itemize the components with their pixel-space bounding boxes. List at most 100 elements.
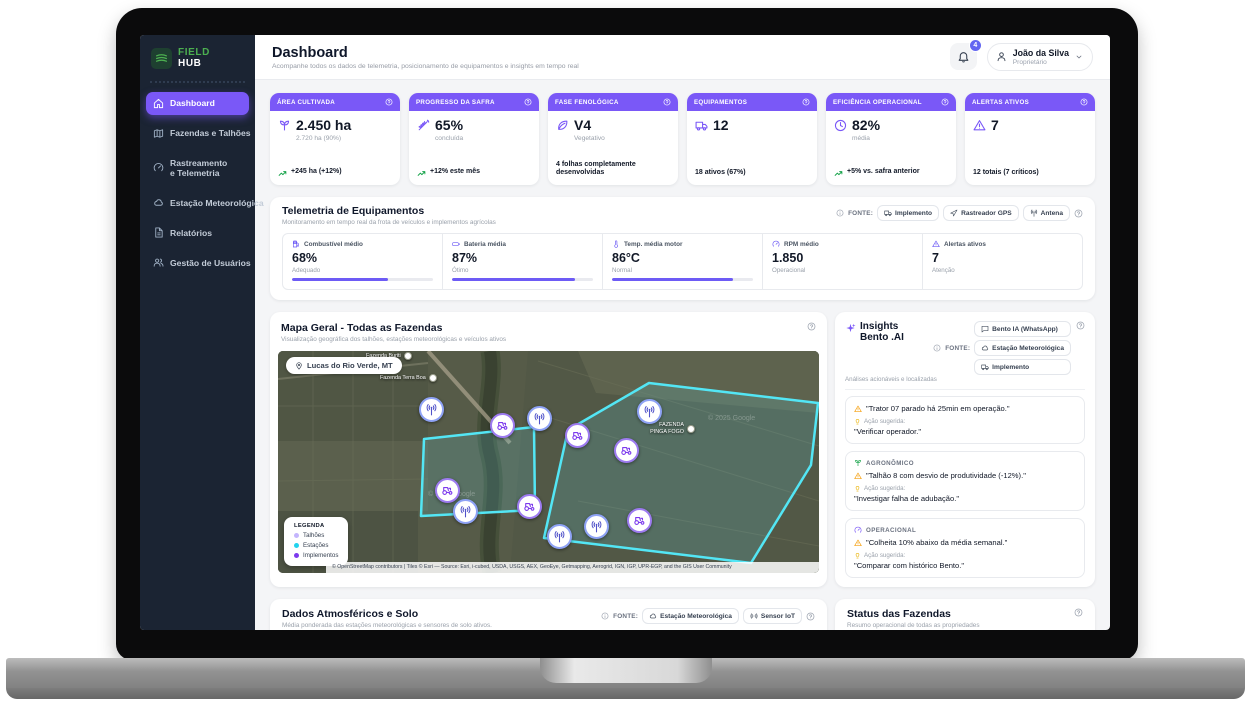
implement-marker[interactable]: [565, 423, 590, 448]
sidebar-item-label: Fazendas e Talhões: [170, 128, 251, 138]
station-marker[interactable]: [453, 499, 478, 524]
sidebar-item-fazendas[interactable]: Fazendas e Talhões: [146, 122, 249, 145]
atmos-subtitle: Média ponderada das estações meteorológi…: [282, 622, 492, 629]
laptop-screen-frame: FIELD HUB Dashboard Fazendas e Talhões R…: [116, 8, 1138, 660]
sparkle-icon: [845, 323, 856, 334]
dashboard-content: ÁREA CULTIVADA 2.450 ha 2.720 ha (90%) +…: [255, 80, 1110, 630]
alert-triangle-icon: [854, 405, 862, 413]
kpi-card-area-cultivada: ÁREA CULTIVADA 2.450 ha 2.720 ha (90%) +…: [270, 93, 400, 185]
insight-card: OPERACIONAL "Colheita 10% abaixo da médi…: [845, 518, 1085, 578]
metric-alertas: Alertas ativos 7 Atenção: [923, 234, 1082, 289]
sidebar-nav: Dashboard Fazendas e Talhões Rastreament…: [140, 92, 255, 282]
sidebar-item-label: Estação Meteorológica: [170, 198, 264, 208]
tractor-icon: [633, 514, 646, 527]
help-icon[interactable]: [807, 322, 816, 331]
map-canvas[interactable]: © 2025 Google © 2025 Google Fazenda Buri…: [278, 351, 819, 573]
station-marker[interactable]: [547, 524, 572, 549]
help-icon[interactable]: [941, 98, 949, 106]
metric-value: 7: [932, 251, 1073, 265]
insight-action: "Verificar operador.": [854, 427, 1076, 436]
help-icon[interactable]: [663, 98, 671, 106]
antenna-icon: [459, 505, 472, 518]
kpi-trend: 12 totais (7 críticos): [973, 169, 1039, 178]
map-title: Mapa Geral - Todas as Fazendas: [281, 322, 506, 334]
help-icon[interactable]: [1076, 321, 1085, 330]
station-marker[interactable]: [527, 406, 552, 431]
tractor-icon: [523, 500, 536, 513]
user-role: Proprietário: [1013, 59, 1069, 66]
farm-marker-dot: [404, 352, 412, 360]
antenna-icon: [643, 405, 656, 418]
alert-triangle-icon: [854, 539, 862, 547]
chat-icon: [981, 325, 989, 333]
truck-icon: [981, 363, 989, 371]
kpi-trend: +245 ha (+12%): [291, 168, 342, 177]
source-chip-rastreador-gps[interactable]: Rastreador GPS: [943, 205, 1019, 221]
telemetry-sources: FONTE: Implemento Rastreador GPS Antena: [836, 205, 1083, 221]
source-chip-antena[interactable]: Antena: [1023, 205, 1070, 221]
insights-list[interactable]: "Trator 07 parado há 25min em operação."…: [845, 396, 1085, 578]
antenna-icon: [590, 520, 603, 533]
atmos-title: Dados Atmosféricos e Solo: [282, 608, 492, 620]
metric-combustivel: Combustível médio 68% Adequado: [283, 234, 442, 289]
source-chip-implemento[interactable]: Implemento: [877, 205, 939, 221]
source-chip-implemento[interactable]: Implemento: [974, 359, 1071, 375]
kpi-card-equipamentos: EQUIPAMENTOS 12 18 ativos (67%): [687, 93, 817, 185]
telemetry-title: Telemetria de Equipamentos: [282, 205, 496, 217]
help-icon[interactable]: [524, 98, 532, 106]
implement-marker[interactable]: [614, 438, 639, 463]
file-icon: [153, 227, 164, 238]
person-icon: [996, 51, 1007, 62]
implement-marker[interactable]: [627, 508, 652, 533]
metric-status: Operacional: [772, 267, 913, 274]
alert-triangle-icon: [932, 240, 940, 248]
kpi-card-eficiencia: EFICIÊNCIA OPERACIONAL 82% média +5% vs.…: [826, 93, 956, 185]
sidebar-item-estacao[interactable]: Estação Meteorológica: [146, 191, 249, 214]
kpi-card-alertas: ALERTAS ATIVOS 7 12 totais (7 críticos): [965, 93, 1095, 185]
map-location-pill[interactable]: Lucas do Rio Verde, MT: [286, 357, 402, 374]
kpi-value: 82%: [852, 117, 880, 133]
alert-triangle-icon: [973, 119, 986, 132]
user-menu[interactable]: João da Silva Proprietário: [987, 43, 1093, 71]
thermometer-icon: [612, 240, 620, 248]
main-area: Dashboard Acompanhe todos os dados de te…: [255, 35, 1110, 630]
page-title: Dashboard: [272, 45, 579, 61]
source-chip-sensor-iot[interactable]: Sensor IoT: [743, 608, 802, 624]
sidebar-item-relatorios[interactable]: Relatórios: [146, 221, 249, 244]
map-icon: [153, 128, 164, 139]
sidebar-item-label: Dashboard: [170, 98, 215, 108]
legend-item: Estações: [294, 542, 338, 549]
sidebar-item-dashboard[interactable]: Dashboard: [146, 92, 249, 115]
help-icon[interactable]: [1080, 98, 1088, 106]
insights-title: Insights Bento .AI: [860, 321, 908, 344]
bell-icon: [957, 50, 970, 63]
source-chip-estacao[interactable]: Estação Meteorológica: [974, 340, 1071, 356]
help-icon[interactable]: [1074, 608, 1083, 617]
notification-badge: 4: [969, 39, 982, 52]
kpi-trend: +5% vs. safra anterior: [847, 168, 920, 177]
sidebar-item-rastreamento[interactable]: Rastreamento e Telemetria: [146, 152, 249, 185]
tractor-icon: [571, 429, 584, 442]
help-icon[interactable]: [806, 612, 815, 621]
sprout-icon: [854, 459, 862, 467]
source-chip-bento-ia[interactable]: Bento IA (WhatsApp): [974, 321, 1071, 337]
users-icon: [153, 257, 164, 268]
source-chip-estacao[interactable]: Estação Meteorológica: [642, 608, 739, 624]
station-marker[interactable]: [637, 399, 662, 424]
fonte-label: FONTE:: [945, 345, 970, 352]
sidebar-item-usuarios[interactable]: Gestão de Usuários: [146, 251, 249, 274]
help-icon[interactable]: [1074, 209, 1083, 218]
station-marker[interactable]: [584, 514, 609, 539]
implement-marker[interactable]: [490, 413, 515, 438]
legend-dot: [294, 533, 299, 538]
radio-icon: [750, 612, 758, 620]
notifications-button[interactable]: 4: [950, 43, 977, 70]
implement-marker[interactable]: [435, 478, 460, 503]
station-marker[interactable]: [419, 397, 444, 422]
kpi-sub: 2.720 ha (90%): [296, 135, 392, 142]
help-icon[interactable]: [802, 98, 810, 106]
implement-marker[interactable]: [517, 494, 542, 519]
metric-bateria: Bateria média 87% Ótimo: [443, 234, 602, 289]
trend-up-icon: [417, 169, 426, 178]
help-icon[interactable]: [385, 98, 393, 106]
